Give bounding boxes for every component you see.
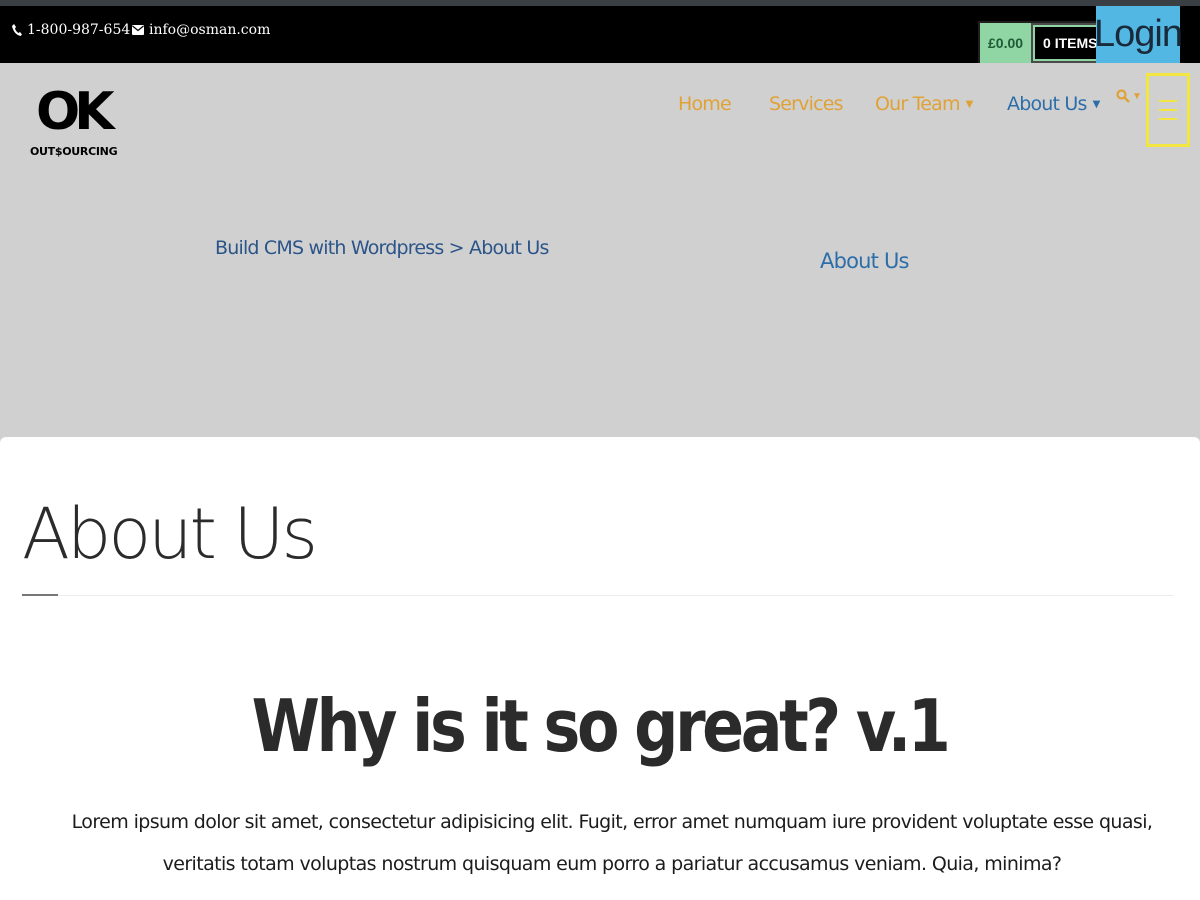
site-header: OK OUT$OURCING Home Services Our Team ▼ …	[0, 63, 1200, 437]
cart-widget[interactable]: £0.00 0 ITEMS	[978, 21, 1112, 65]
main-content: About Us Why is it so great? v.1 Lorem i…	[0, 437, 1200, 900]
nav-item-label: Our Team	[875, 93, 960, 115]
breadcrumb[interactable]: Build CMS with Wordpress > About Us	[215, 237, 549, 259]
caret-down-icon: ▼	[1092, 98, 1101, 110]
section-heading-text: Why is it so great? v.1	[252, 684, 951, 768]
phone-contact[interactable]: 1-800-987-654	[12, 22, 130, 38]
search-icon	[1116, 89, 1130, 103]
section-paragraph: Lorem ipsum dolor sit amet, consectetur …	[71, 811, 1153, 875]
title-divider-accent	[22, 594, 58, 596]
phone-number: 1-800-987-654	[27, 22, 131, 38]
caret-down-icon: ▼	[1132, 90, 1142, 102]
login-button[interactable]: Login	[1094, 6, 1183, 63]
email-contact[interactable]: info@osman.com	[132, 22, 270, 38]
nav-item-label: Home	[678, 93, 732, 115]
logo-wordmark: OUT$OURCING	[30, 145, 118, 158]
phone-icon	[12, 24, 22, 36]
header-page-title: About Us	[820, 249, 909, 273]
logo-mark: OK	[36, 82, 115, 142]
menu-bar	[1159, 109, 1177, 111]
email-address: info@osman.com	[149, 22, 271, 38]
section-heading: Why is it so great? v.1	[0, 685, 1200, 767]
search-toggle[interactable]: ▼	[1116, 89, 1142, 103]
envelope-icon	[132, 25, 144, 35]
page-title: About Us	[22, 493, 318, 575]
cart-amount: £0.00	[980, 23, 1032, 63]
nav-item-about-us[interactable]: About Us ▼	[1007, 93, 1100, 115]
nav-item-our-team[interactable]: Our Team ▼	[875, 93, 973, 115]
caret-down-icon: ▼	[965, 98, 974, 110]
nav-item-label: About Us	[1007, 93, 1087, 115]
menu-bar	[1159, 100, 1177, 102]
hamburger-menu-icon[interactable]	[1146, 73, 1190, 147]
nav-item-home[interactable]: Home	[678, 93, 732, 115]
site-logo[interactable]: OK OUT$OURCING	[30, 82, 118, 165]
top-bar: 1-800-987-654 info@osman.com £0.00 0 ITE…	[0, 6, 1200, 65]
title-divider	[22, 595, 1174, 596]
nav-item-label: Services	[769, 93, 844, 115]
menu-bar	[1159, 118, 1177, 120]
nav-item-services[interactable]: Services	[769, 93, 844, 115]
